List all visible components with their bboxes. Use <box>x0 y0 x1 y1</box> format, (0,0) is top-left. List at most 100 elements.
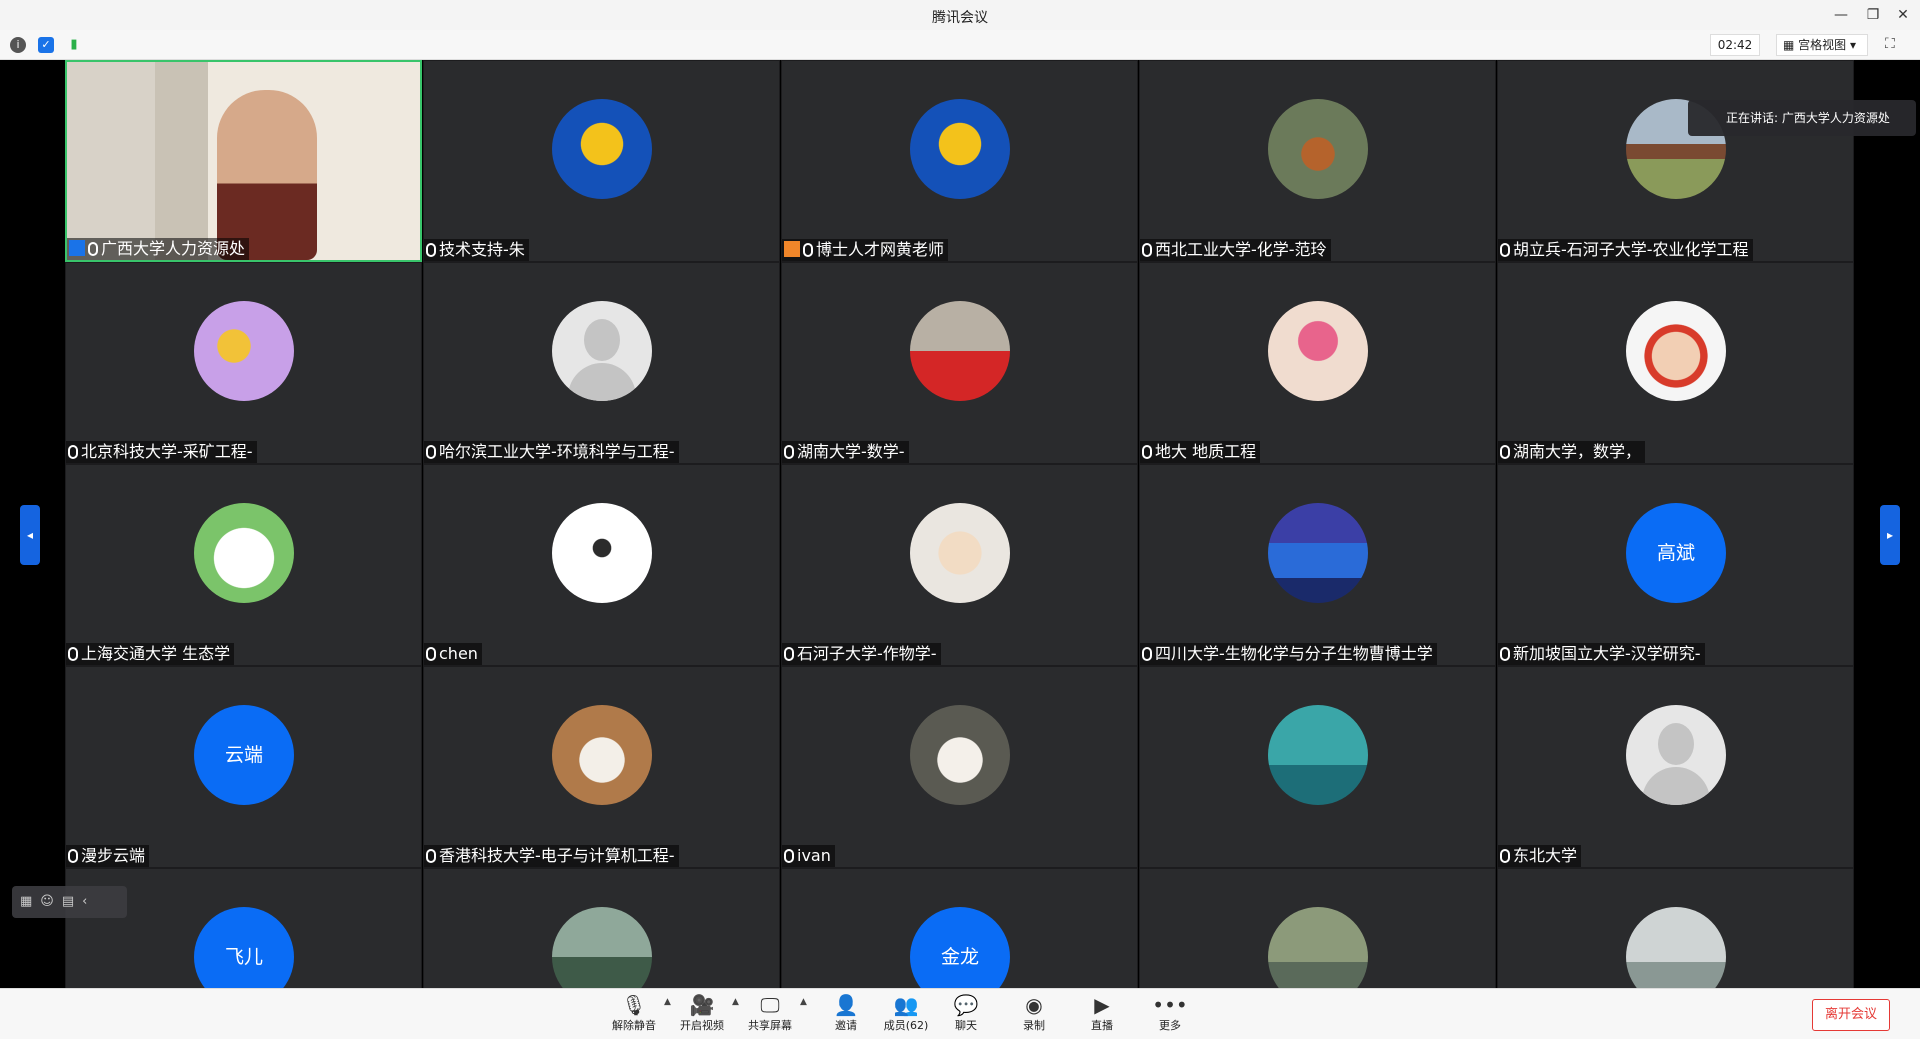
participant-tile[interactable] <box>423 868 780 988</box>
participant-tile[interactable]: 地大 地质工程 <box>1139 262 1496 464</box>
collapse-icon[interactable]: ‹ <box>82 894 95 909</box>
participant-name-label: 胡立兵-石河子大学-农业化学工程 <box>1513 240 1749 259</box>
participant-name: 湖南大学，数学， <box>1498 441 1646 463</box>
live-icon: ▶ <box>1094 993 1110 1017</box>
mic-muted-icon <box>68 445 78 459</box>
avatar <box>552 503 652 603</box>
chevron-down-icon: ▾ <box>1846 38 1857 52</box>
mic-muted-icon <box>426 647 436 661</box>
participant-tile[interactable]: 金龙 <box>781 868 1138 988</box>
host-icon <box>784 241 800 257</box>
unmute-label: 解除静音 <box>612 1019 656 1032</box>
restore-icon[interactable]: ❐ <box>1862 4 1884 26</box>
participant-tile[interactable]: 博士人才网黄老师 <box>781 60 1138 262</box>
avatar <box>1268 907 1368 988</box>
mic-muted-icon <box>426 849 436 863</box>
participant-tile[interactable]: 胡立兵-石河子大学-农业化学工程 <box>1497 60 1854 262</box>
prev-page-button[interactable]: ◂ <box>20 505 40 565</box>
start-video-button[interactable]: 🎥 开启视频 <box>670 993 734 1037</box>
participant-tile[interactable] <box>1139 666 1496 868</box>
avatar: 飞儿 <box>194 907 294 988</box>
participant-name-label: 北京科技大学-采矿工程- <box>81 442 253 461</box>
default-avatar-icon <box>584 319 620 361</box>
participant-tile[interactable]: 广西大学人力资源处 <box>65 60 422 262</box>
avatar <box>1268 503 1368 603</box>
invite-button[interactable]: 👤 邀请 <box>814 993 878 1037</box>
avatar <box>910 99 1010 199</box>
avatar: 金龙 <box>910 907 1010 988</box>
share-screen-label: 共享屏幕 <box>748 1019 792 1032</box>
speaking-text: 正在讲话: 广西大学人力资源处 <box>1726 111 1890 125</box>
record-icon: ◉ <box>1025 993 1043 1017</box>
avatar: 云端 <box>194 705 294 805</box>
avatar <box>910 503 1010 603</box>
speaking-indicator: 正在讲话: 广西大学人力资源处 <box>1688 100 1916 136</box>
emoji-icon[interactable]: ☺ <box>40 894 62 909</box>
avatar <box>1268 705 1368 805</box>
participant-name-label: 香港科技大学-电子与计算机工程- <box>439 846 675 865</box>
participant-tile[interactable]: 北京科技大学-采矿工程- <box>65 262 422 464</box>
mic-muted-icon <box>784 647 794 661</box>
participant-tile[interactable]: ivan <box>781 666 1138 868</box>
info-icon[interactable]: i <box>10 37 26 53</box>
share-screen-button[interactable]: 🖵 共享屏幕 <box>738 993 802 1037</box>
participant-name-label: 西北工业大学-化学-范玲 <box>1155 240 1327 259</box>
participant-name: 新加坡国立大学-汉学研究- <box>1498 643 1705 665</box>
start-video-label: 开启视频 <box>680 1019 724 1032</box>
participant-tile[interactable] <box>1139 868 1496 988</box>
participant-tile[interactable]: 石河子大学-作物学- <box>781 464 1138 666</box>
view-mode-button[interactable]: ▦ 宫格视图 ▾ <box>1776 34 1868 56</box>
floating-tools[interactable]: ▦☺▤‹ <box>12 886 127 918</box>
participant-tile[interactable]: 东北大学 <box>1497 666 1854 868</box>
participant-name: 地大 地质工程 <box>1140 441 1261 463</box>
avatar <box>552 301 652 401</box>
participant-tile[interactable]: 技术支持-朱 <box>423 60 780 262</box>
leave-meeting-button[interactable]: 离开会议 <box>1812 999 1890 1031</box>
video-stage: 广西大学人力资源处 技术支持-朱 博士人才网黄老师 西北工业大学-化学-范玲 胡立兵-石… <box>0 60 1920 988</box>
next-page-button[interactable]: ▸ <box>1880 505 1900 565</box>
live-button[interactable]: ▶ 直播 <box>1070 993 1134 1037</box>
more-button[interactable]: ••• 更多 <box>1138 993 1202 1037</box>
participant-name-label: 博士人才网黄老师 <box>816 240 945 259</box>
mic-muted-icon <box>1142 445 1152 459</box>
default-avatar-body <box>568 363 636 401</box>
members-button[interactable]: 👥 成员(62) <box>874 993 938 1037</box>
avatar <box>910 301 1010 401</box>
minimize-icon[interactable]: — <box>1830 4 1852 26</box>
record-button[interactable]: ◉ 录制 <box>1002 993 1066 1037</box>
participant-tile[interactable]: 哈尔滨工业大学-环境科学与工程- <box>423 262 780 464</box>
bottom-bar: 🎙 解除静音 ▲ 🎥 开启视频 ▲ 🖵 共享屏幕 ▲ 👤 邀请 👥 成员(62) 💬 聊天 … <box>0 988 1920 1039</box>
participant-tile[interactable]: 湖南大学-数学- <box>781 262 1138 464</box>
layout-icon[interactable]: ▦ <box>20 894 40 909</box>
view-mode-label: 宫格视图 <box>1798 38 1847 52</box>
avatar <box>1268 301 1368 401</box>
participant-name-label: ivan <box>797 846 831 865</box>
mic-muted-icon <box>88 242 98 256</box>
unmute-button[interactable]: 🎙 解除静音 <box>602 993 666 1037</box>
participant-tile[interactable]: 西北工业大学-化学-范玲 <box>1139 60 1496 262</box>
participant-tile[interactable]: 上海交通大学 生态学 <box>65 464 422 666</box>
mic-muted-icon <box>1142 647 1152 661</box>
fullscreen-icon[interactable]: ⛶ <box>1885 36 1903 54</box>
participant-tile[interactable]: chen <box>423 464 780 666</box>
mic-muted-icon: 🎙 <box>621 993 647 1017</box>
share-options-caret[interactable]: ▲ <box>800 997 807 1007</box>
participant-tile[interactable]: 四川大学-生物化学与分子生物曹博士学 <box>1139 464 1496 666</box>
avatar: 高斌 <box>1626 503 1726 603</box>
participant-name: 香港科技大学-电子与计算机工程- <box>424 845 679 867</box>
participant-tile[interactable] <box>1497 868 1854 988</box>
signal-icon[interactable]: ▮ <box>66 37 82 53</box>
chat-button[interactable]: 💬 聊天 <box>934 993 998 1037</box>
close-icon[interactable]: ✕ <box>1892 4 1914 26</box>
participant-tile[interactable]: 香港科技大学-电子与计算机工程- <box>423 666 780 868</box>
members-label: 成员(62) <box>883 1019 929 1032</box>
participant-tile[interactable]: 湖南大学，数学， <box>1497 262 1854 464</box>
chat-bubble-icon[interactable]: ▤ <box>62 894 82 909</box>
participant-tile[interactable]: 高斌新加坡国立大学-汉学研究- <box>1497 464 1854 666</box>
shield-icon[interactable]: ✓ <box>38 37 54 53</box>
participant-tile[interactable]: 云端 漫步云端 <box>65 666 422 868</box>
camera-off-icon: 🎥 <box>689 993 715 1017</box>
members-icon: 👥 <box>893 993 919 1017</box>
avatar <box>1626 907 1726 988</box>
invite-label: 邀请 <box>835 1019 857 1032</box>
